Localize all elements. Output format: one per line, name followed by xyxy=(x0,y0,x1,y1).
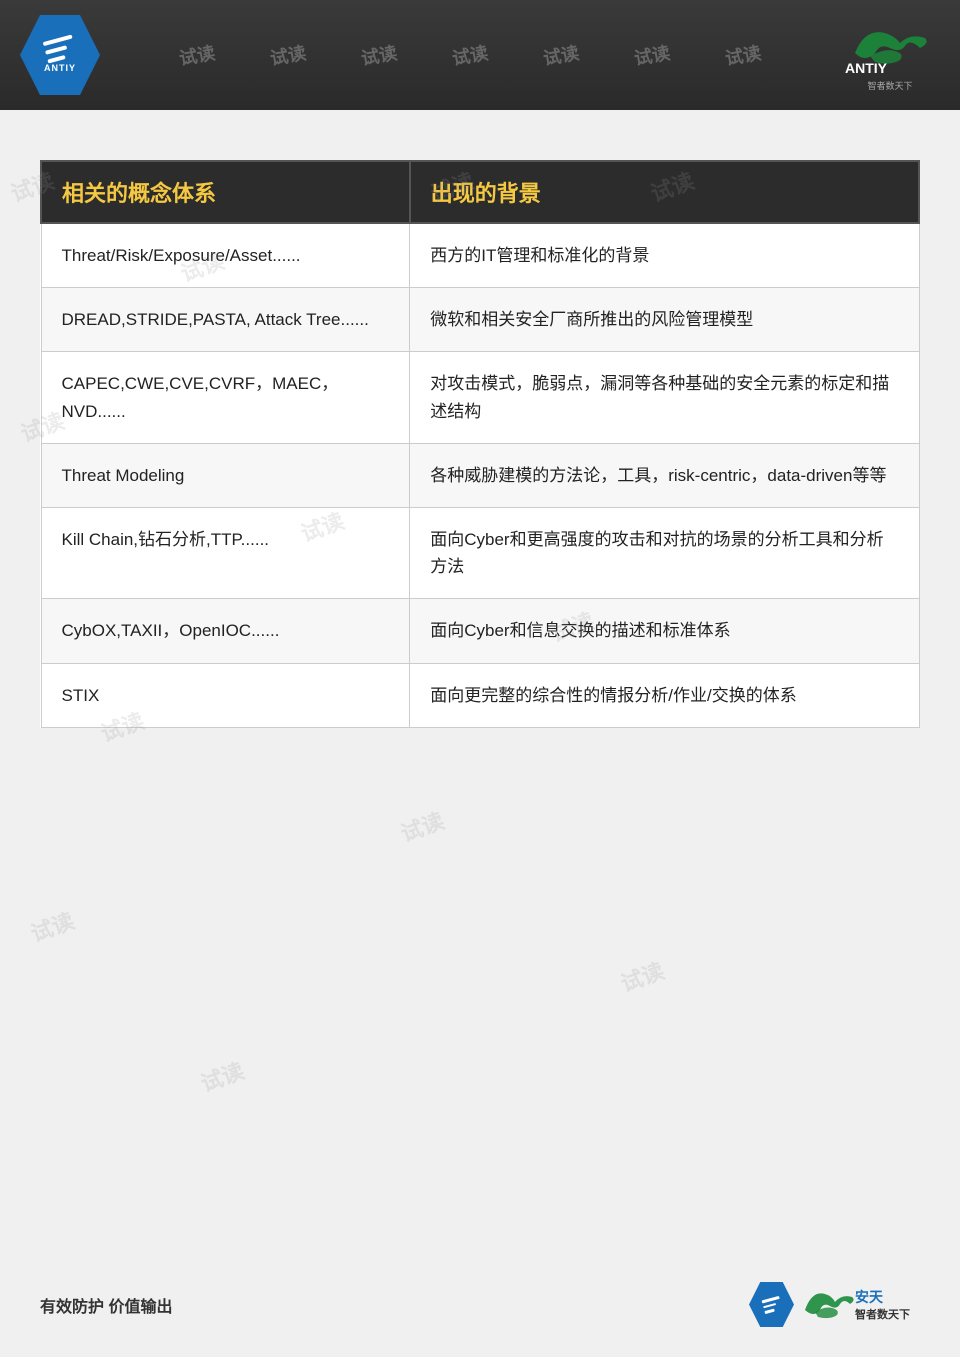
table-cell-col2: 微软和相关安全厂商所推出的风险管理模型 xyxy=(410,288,919,352)
header-watermark-area: 试读 试读 试读 试读 试读 试读 试读 xyxy=(100,42,840,68)
table-row: CybOX,TAXII，OpenIOC......面向Cyber和信息交换的描述… xyxy=(41,599,919,663)
col1-header: 相关的概念体系 xyxy=(41,161,410,223)
header-brand-name: ANTIY xyxy=(840,18,940,77)
footer-logo-graphic xyxy=(761,1296,782,1314)
table-row: DREAD,STRIDE,PASTA, Attack Tree......微软和… xyxy=(41,288,919,352)
header-watermark-5: 试读 xyxy=(541,39,581,71)
table-cell-col2: 面向Cyber和更高强度的攻击和对抗的场景的分析工具和分析方法 xyxy=(410,507,919,598)
header-watermark-7: 试读 xyxy=(723,39,763,71)
table-header-row: 相关的概念体系 出现的背景 xyxy=(41,161,919,223)
header: ANTIY 试读 试读 试读 试读 试读 试读 试读 ANTIY 智者数天下 xyxy=(0,0,960,110)
svg-text:ANTIY: ANTIY xyxy=(845,60,888,73)
table-cell-col1: DREAD,STRIDE,PASTA, Attack Tree...... xyxy=(41,288,410,352)
svg-text:智者数天下: 智者数天下 xyxy=(855,1307,910,1321)
page-wm-11: 试读 xyxy=(616,953,668,998)
table-cell-col2: 西方的IT管理和标准化的背景 xyxy=(410,223,919,288)
header-watermark-6: 试读 xyxy=(632,39,672,71)
main-content: 试读 试读 试读 试读 试读 试读 试读 试读 试读 试读 试读 试读 相关的概… xyxy=(0,110,960,768)
table-row: Threat/Risk/Exposure/Asset......西方的IT管理和… xyxy=(41,223,919,288)
footer-logo-line-2 xyxy=(762,1302,775,1308)
table-cell-col2: 面向Cyber和信息交换的描述和标准体系 xyxy=(410,599,919,663)
header-watermark-1: 试读 xyxy=(177,39,217,71)
table-cell-col1: CybOX,TAXII，OpenIOC...... xyxy=(41,599,410,663)
table-cell-col2: 各种威胁建模的方法论，工具，risk-centric，data-driven等等 xyxy=(410,443,919,507)
table-row: STIX面向更完整的综合性的情报分析/作业/交换的体系 xyxy=(41,663,919,727)
table-cell-col2: 对攻击模式，脆弱点，漏洞等各种基础的安全元素的标定和描述结构 xyxy=(410,352,919,443)
antiy-logo: ANTIY xyxy=(20,15,100,95)
svg-text:安天: 安天 xyxy=(855,1289,884,1305)
col2-header: 出现的背景 xyxy=(410,161,919,223)
page-wm-9: 试读 xyxy=(396,803,448,848)
table-cell-col2: 面向更完整的综合性的情报分析/作业/交换的体系 xyxy=(410,663,919,727)
logo-graphic xyxy=(43,34,78,63)
table-cell-col1: STIX xyxy=(41,663,410,727)
footer-logo-line-3 xyxy=(764,1308,774,1313)
main-table: 相关的概念体系 出现的背景 Threat/Risk/Exposure/Asset… xyxy=(40,160,920,728)
footer: 有效防护 价值输出 安天 智者数天下 xyxy=(0,1282,960,1327)
footer-logo-icon xyxy=(749,1282,794,1327)
logo-line-1 xyxy=(43,34,73,46)
header-brand-subtitle: 智者数天下 xyxy=(867,79,912,92)
page-wm-12: 试读 xyxy=(196,1053,248,1098)
table-row: Threat Modeling各种威胁建模的方法论，工具，risk-centri… xyxy=(41,443,919,507)
page-wm-10: 试读 xyxy=(26,903,78,948)
header-watermark-2: 试读 xyxy=(268,39,308,71)
footer-slogan: 有效防护 价值输出 xyxy=(40,1293,172,1317)
footer-logo: 安天 智者数天下 xyxy=(749,1282,920,1327)
header-watermark-3: 试读 xyxy=(359,39,399,71)
header-right-logo: ANTIY 智者数天下 xyxy=(840,18,940,92)
table-cell-col1: Threat Modeling xyxy=(41,443,410,507)
table-row: CAPEC,CWE,CVE,CVRF，MAEC，NVD......对攻击模式，脆… xyxy=(41,352,919,443)
table-cell-col1: Threat/Risk/Exposure/Asset...... xyxy=(41,223,410,288)
footer-logo-line-1 xyxy=(761,1296,779,1303)
logo-line-2 xyxy=(45,45,67,55)
table-cell-col1: Kill Chain,钻石分析,TTP...... xyxy=(41,507,410,598)
table-cell-col1: CAPEC,CWE,CVE,CVRF，MAEC，NVD...... xyxy=(41,352,410,443)
header-watermark-4: 试读 xyxy=(450,39,490,71)
logo-label: ANTIY xyxy=(44,63,76,73)
footer-brand-text: 安天 智者数天下 xyxy=(800,1282,920,1327)
table-row: Kill Chain,钻石分析,TTP......面向Cyber和更高强度的攻击… xyxy=(41,507,919,598)
footer-brand-main: 安天 智者数天下 xyxy=(800,1282,920,1327)
